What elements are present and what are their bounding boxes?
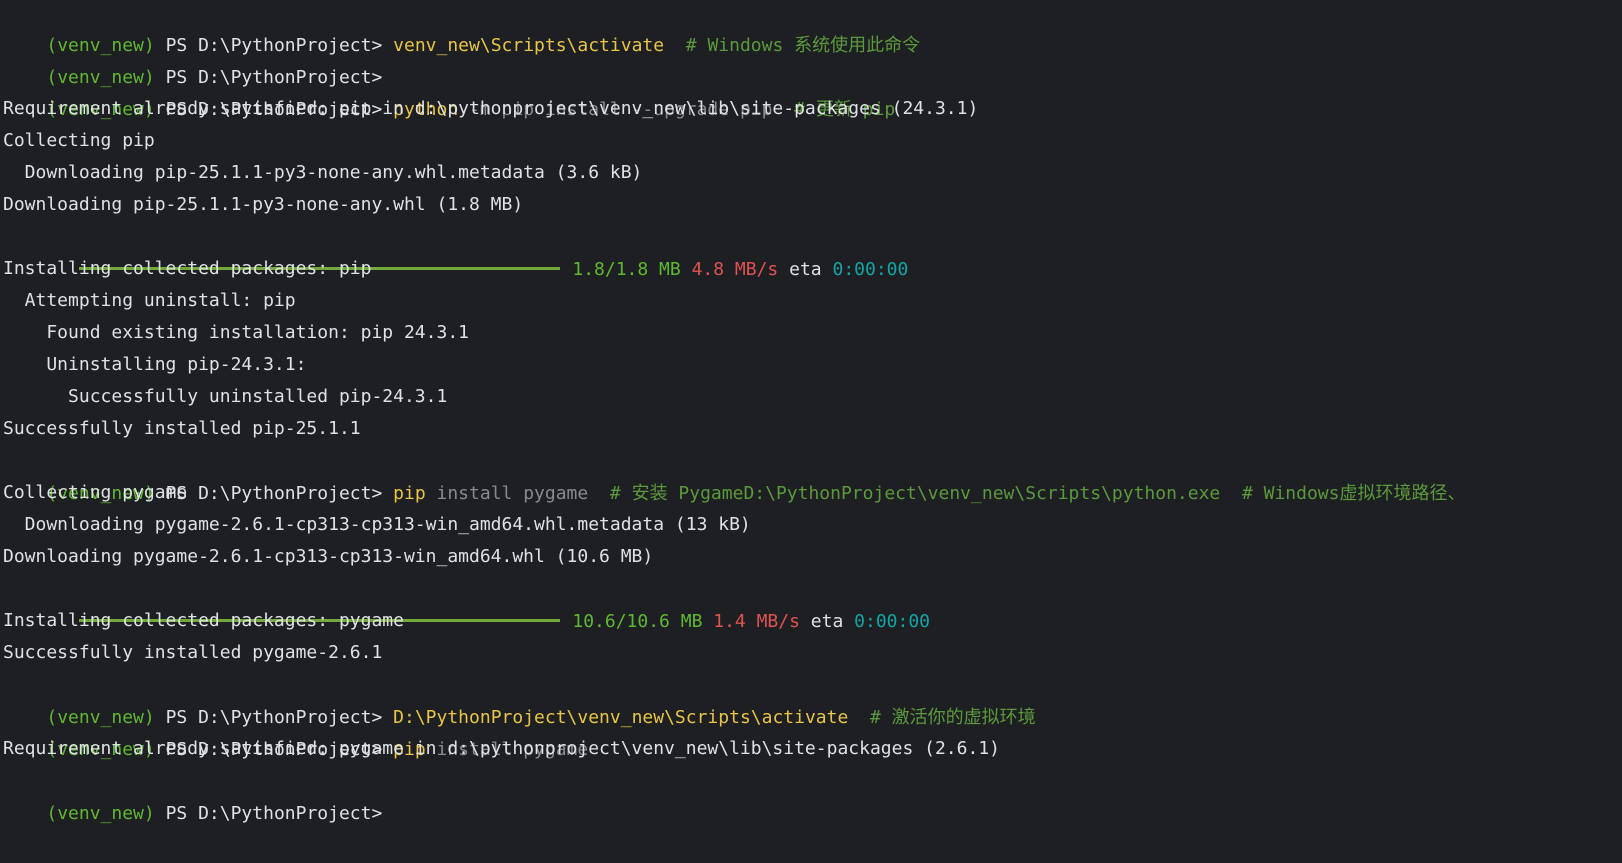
output-line: Found existing installation: pip 24.3.1 (3, 322, 469, 343)
output-line: Uninstalling pip-24.3.1: (3, 354, 307, 375)
output-line: Installing collected packages: pip (3, 258, 372, 279)
output-line: Successfully installed pip-25.1.1 (3, 418, 361, 439)
output-line: Downloading pygame-2.6.1-cp313-cp313-win… (3, 514, 751, 535)
terminal-line: (venv_new) PS D:\PythonProject> pip inst… (3, 700, 588, 760)
command-args: install pygame (425, 483, 589, 504)
progress-eta: 0:00:00 (832, 259, 909, 280)
comment-text: # 激活你的虚拟环境 (848, 707, 1036, 728)
comment-text: # 安装 PygameD:\PythonProject\venv_new\Scr… (588, 483, 1466, 504)
command-text: venv_new\Scripts\activate (393, 35, 665, 56)
output-line: Downloading pygame-2.6.1-cp313-cp313-win… (3, 546, 654, 567)
output-line: Collecting pip (3, 130, 155, 151)
output-line: Downloading pip-25.1.1-py3-none-any.whl.… (3, 162, 643, 183)
output-line: Successfully uninstalled pip-24.3.1 (3, 386, 448, 407)
progress-eta-label: eta (789, 259, 822, 280)
progress-eta-label: eta (810, 611, 844, 632)
progress-line: 1.8/1.8 MB 4.8 MB/s eta 0:00:00 (0, 220, 908, 280)
terminal-line: (venv_new) PS D:\PythonProject> (3, 28, 382, 88)
terminal-output[interactable]: (venv_new) PS D:\PythonProject> venv_new… (0, 0, 1622, 863)
comment-text: # Windows 系统使用此命令 (664, 35, 921, 56)
progress-speed: 4.8 MB/s (691, 259, 779, 280)
output-line: Requirement already satisfied: pygame in… (3, 738, 1000, 759)
progress-size: 10.6/10.6 MB (572, 611, 703, 632)
output-line: Installing collected packages: pygame (3, 610, 404, 631)
progress-line: 10.6/10.6 MB 1.4 MB/s eta 0:00:00 (0, 572, 930, 632)
prompt-path: PS D:\PythonProject> (154, 483, 394, 504)
prompt-path: PS D:\PythonProject> (154, 803, 383, 824)
terminal-line: (venv_new) PS D:\PythonProject> python -… (3, 60, 895, 120)
output-line: Requirement already satisfied: pip in d:… (3, 98, 979, 119)
terminal-prompt-current[interactable]: (venv_new) PS D:\PythonProject> (3, 764, 382, 824)
progress-size: 1.8/1.8 MB (572, 259, 681, 280)
terminal-line: (venv_new) PS D:\PythonProject> pip inst… (3, 444, 1465, 504)
output-line: Downloading pip-25.1.1-py3-none-any.whl … (3, 194, 524, 215)
output-line: Collecting pygame (3, 482, 188, 503)
output-line: Attempting uninstall: pip (3, 290, 296, 311)
venv-label: (venv_new) (46, 803, 155, 824)
progress-speed: 1.4 MB/s (713, 611, 800, 632)
output-line: Successfully installed pygame-2.6.1 (3, 642, 383, 663)
command-text: pip (393, 483, 426, 504)
terminal-line: (venv_new) PS D:\PythonProject> D:\Pytho… (3, 668, 1035, 728)
terminal-line: (venv_new) PS D:\PythonProject> venv_new… (3, 0, 920, 56)
progress-eta: 0:00:00 (854, 611, 931, 632)
